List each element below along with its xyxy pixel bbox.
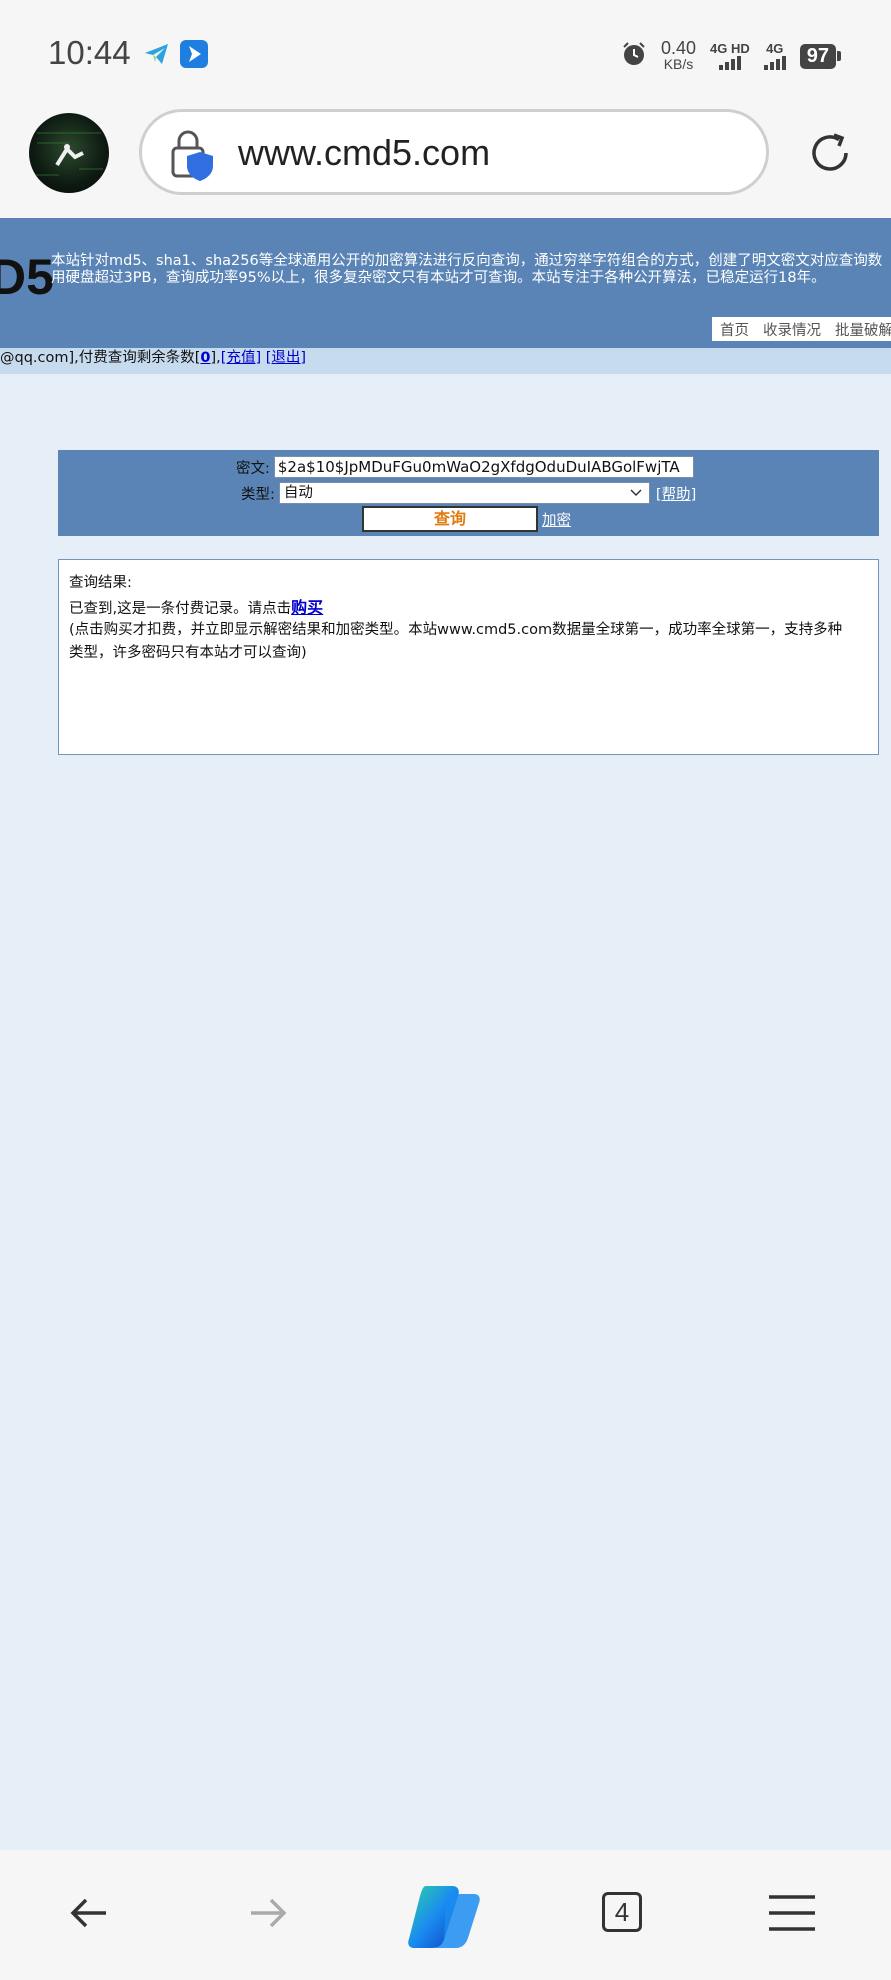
app-notification-icon bbox=[180, 40, 208, 68]
back-arrow-icon[interactable] bbox=[66, 1889, 114, 1941]
result-heading: 查询结果: bbox=[69, 575, 132, 591]
secure-lock-icon bbox=[170, 128, 216, 186]
help-bracket-close: ] bbox=[690, 486, 697, 503]
user-info-separator: ], bbox=[210, 350, 221, 366]
url-text: www.cmd5.com bbox=[238, 132, 491, 173]
browser-bottom-nav: 4 bbox=[0, 1850, 891, 1980]
profile-avatar[interactable] bbox=[29, 113, 109, 193]
net-speed-unit: KB/s bbox=[663, 56, 694, 72]
reload-icon[interactable] bbox=[806, 129, 854, 181]
site-intro: 本站针对md5、sha1、sha256等全球通用公开的加密算法进行反向查询，通过… bbox=[51, 253, 891, 287]
top-nav: 首页 收录情况 批量破解 bbox=[712, 317, 891, 341]
menu-icon[interactable] bbox=[767, 1889, 817, 1941]
user-info-bar: @qq.com],付费查询剩余条数[0],[充值] [退出] bbox=[0, 348, 891, 374]
forward-arrow-icon[interactable] bbox=[243, 1889, 291, 1941]
intro-line: 本站针对md5、sha1、sha256等全球通用公开的加密算法进行反向查询，通过… bbox=[51, 253, 883, 269]
found-text: 已查到,这是一条付费记录。请点击 bbox=[69, 601, 292, 617]
remaining-count-link[interactable]: 0 bbox=[200, 350, 210, 366]
browser-toolbar: www.cmd5.com bbox=[0, 108, 891, 218]
network-speed: 0.40 KB/s bbox=[660, 38, 697, 72]
recharge-link[interactable]: [充值] bbox=[221, 350, 261, 366]
battery-level: 97 bbox=[799, 43, 836, 69]
type-select[interactable]: 自动 bbox=[278, 482, 650, 505]
encrypt-link[interactable]: 加密 bbox=[542, 509, 571, 530]
help-link[interactable]: [帮助] bbox=[656, 483, 696, 504]
query-form: 密文: $2a$10$JpMDuFGu0mWaO2gXfdgOduDuIABGo… bbox=[58, 450, 879, 536]
type-selected-value: 自动 bbox=[283, 485, 313, 501]
clock: 10:44 bbox=[48, 34, 131, 71]
alarm-icon bbox=[621, 41, 647, 72]
type-label: 类型: bbox=[241, 486, 275, 503]
cipher-input[interactable]: $2a$10$JpMDuFGu0mWaO2gXfdgOduDuIABGolFwj… bbox=[273, 456, 694, 478]
net-speed-value: 0.40 bbox=[660, 38, 697, 58]
sim1-signal: 4G HD bbox=[710, 42, 750, 70]
copilot-icon[interactable] bbox=[406, 1882, 482, 1956]
sim1-label: 4G HD bbox=[710, 41, 750, 56]
telegram-notification-icon bbox=[143, 40, 171, 68]
nav-home[interactable]: 首页 bbox=[720, 319, 749, 340]
intro-line: 用硬盘超过3PB，查询成功率95%以上，很多复杂密文只有本站才可查询。本站专注于… bbox=[51, 270, 826, 286]
signal-bars-icon bbox=[763, 56, 786, 70]
nav-batch-crack[interactable]: 批量破解 bbox=[835, 319, 891, 340]
user-info-text: @qq.com],付费查询剩余条数[ bbox=[0, 350, 201, 366]
help-text: 帮助 bbox=[661, 486, 691, 503]
site-header: D5 本站针对md5、sha1、sha256等全球通用公开的加密算法进行反向查询… bbox=[0, 218, 891, 348]
result-found-line: 已查到,这是一条付费记录。请点击购买 bbox=[69, 596, 323, 621]
nav-coverage[interactable]: 收录情况 bbox=[763, 319, 821, 340]
site-logo[interactable]: D5 bbox=[0, 248, 54, 306]
tabs-button[interactable]: 4 bbox=[602, 1892, 642, 1932]
battery-icon: 97 bbox=[799, 43, 841, 69]
result-note-line: 类型，许多密码只有本站才可以查询) bbox=[69, 645, 307, 661]
address-bar[interactable]: www.cmd5.com bbox=[139, 109, 769, 195]
signal-bars-icon bbox=[718, 56, 741, 70]
sim2-signal: 4G bbox=[763, 41, 786, 70]
result-note-line: (点击购买才扣费，并立即显示解密结果和加密类型。本站www.cmd5.com数据… bbox=[69, 622, 843, 638]
status-indicators: 0.40 KB/s 4G HD 4G 97 bbox=[621, 36, 841, 76]
buy-link[interactable]: 购买 bbox=[291, 598, 323, 617]
logout-link[interactable]: [退出] bbox=[266, 350, 306, 366]
chevron-down-icon bbox=[629, 485, 643, 505]
query-button[interactable]: 查询 bbox=[362, 506, 538, 532]
cipher-label: 密文: bbox=[236, 460, 270, 477]
result-box: 查询结果: 已查到,这是一条付费记录。请点击购买 (点击购买才扣费，并立即显示解… bbox=[58, 559, 879, 755]
status-bar: 10:44 0.40 KB/s 4G HD 4G 97 bbox=[0, 0, 891, 108]
sim2-label: 4G bbox=[766, 41, 784, 56]
